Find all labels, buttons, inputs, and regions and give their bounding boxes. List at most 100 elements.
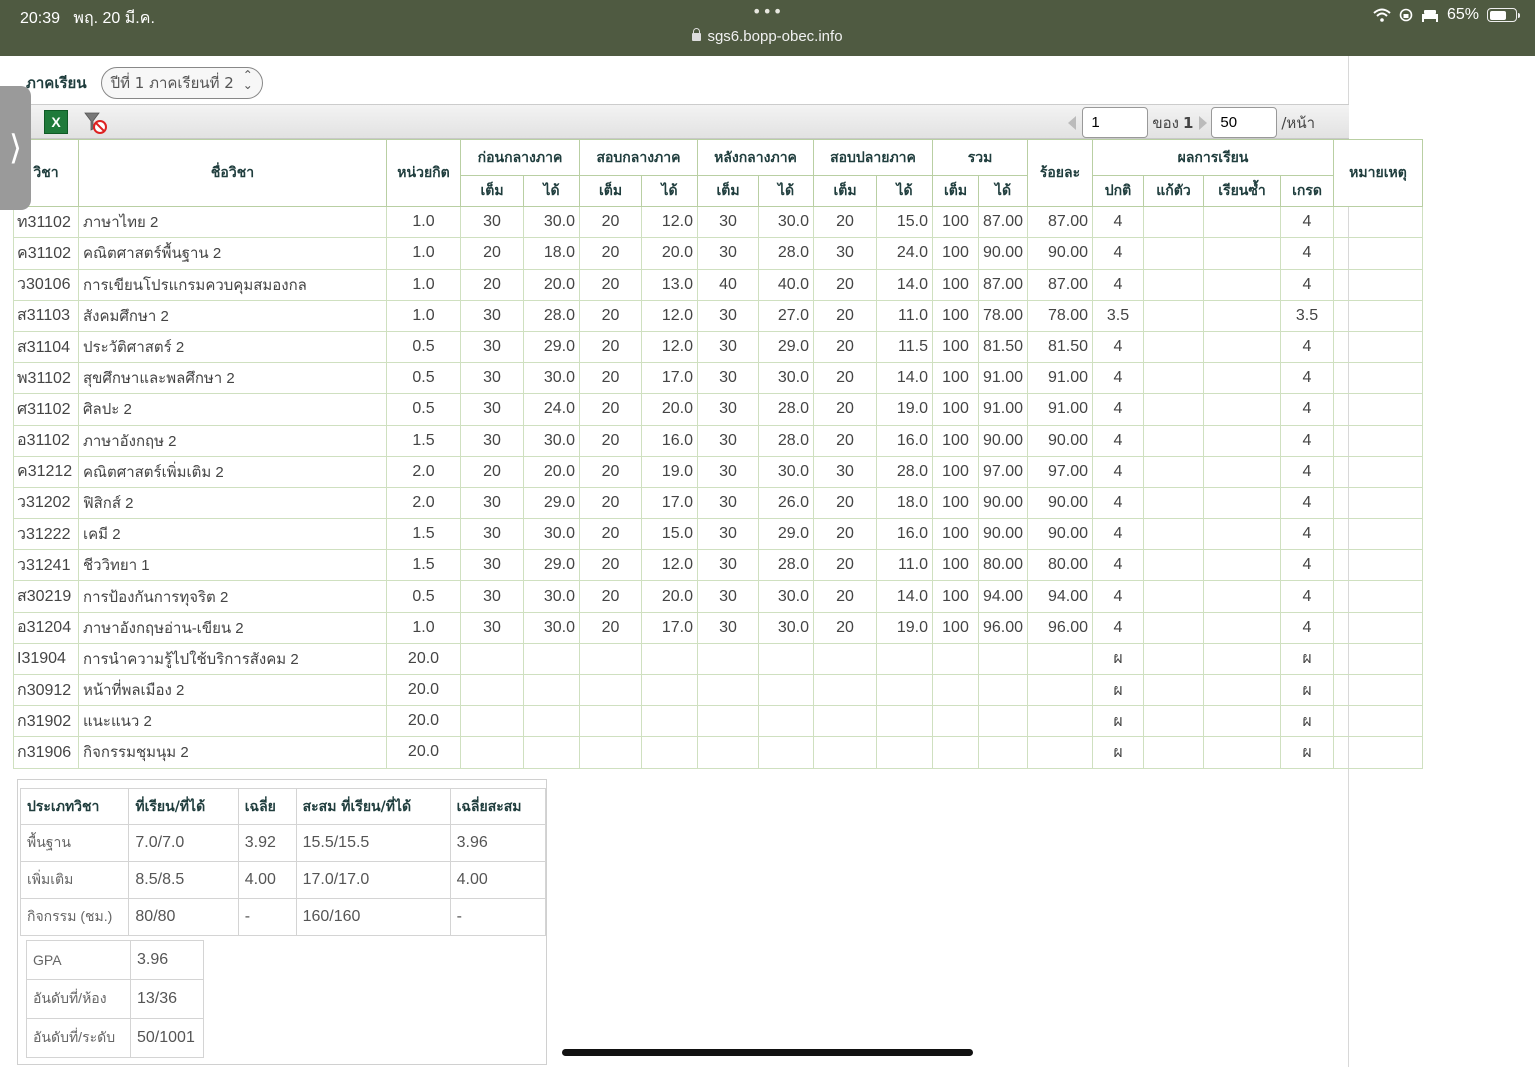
- table-row[interactable]: ส31103 สังคมศึกษา 2 1.0 30 28.0 20 12.0 30 27.0 2…: [13, 299, 1423, 332]
- col-name-header[interactable]: ชื่อวิชา: [78, 138, 387, 208]
- prev-page-icon[interactable]: [1068, 115, 1077, 130]
- col-credit-header[interactable]: หน่วยกิต: [386, 138, 461, 208]
- table-row[interactable]: ส30219 การป้องกันการทุจริต 2 0.5 30 30.0 20 20…: [13, 580, 1423, 613]
- table-cell: 3.5: [1280, 299, 1334, 332]
- table-cell: 100: [932, 237, 979, 270]
- gpa-row: อันดับที่/ห้อง 13/36: [26, 979, 204, 1019]
- table-cell: 90.00: [1027, 424, 1093, 457]
- table-cell: 12.0: [641, 330, 698, 364]
- table-cell: ชีววิทยา 1: [78, 549, 387, 582]
- table-cell: 100: [932, 455, 979, 488]
- col-note-header[interactable]: หมายเหตุ: [1333, 138, 1423, 208]
- table-cell: ก31906: [13, 736, 79, 769]
- table-row[interactable]: อ31204 ภาษาอังกฤษอ่าน-เขียน 2 1.0 30 30.0 20 1…: [13, 611, 1423, 644]
- table-cell: [978, 736, 1028, 769]
- summary-cell: 4.00: [449, 861, 547, 899]
- table-row[interactable]: ค31102 คณิตศาสตร์พื้นฐาน 2 1.0 20 18.0 20 20.0…: [13, 237, 1423, 270]
- table-cell: 20: [579, 455, 642, 488]
- multitask-dots[interactable]: •••: [752, 2, 783, 21]
- term-select[interactable]: ปีที่ 1 ภาคเรียนที่ 2 ⌃ ⌄: [100, 67, 263, 99]
- table-cell: [579, 673, 642, 707]
- table-cell: 16.0: [876, 518, 933, 551]
- sleep-icon: [1421, 10, 1438, 22]
- table-cell: 1.0: [386, 299, 461, 332]
- term-label: ภาคเรียน: [26, 74, 87, 92]
- table-cell: 4: [1092, 206, 1144, 239]
- table-cell: [697, 673, 759, 707]
- table-row[interactable]: I31904 การนำความรู้ไปใช้บริการสังคม 2 20.0…: [13, 642, 1423, 676]
- table-cell: 91.00: [978, 393, 1028, 426]
- table-cell: 20.0: [523, 455, 580, 488]
- summary-header: เฉลี่ย: [237, 788, 297, 825]
- table-cell: 20.0: [386, 642, 461, 676]
- table-cell: 17.0: [641, 611, 698, 644]
- table-row[interactable]: ก30912 หน้าที่พลเมือง 2 20.0 ผ ผ: [13, 673, 1423, 707]
- table-cell: 4: [1092, 362, 1144, 395]
- table-cell: 100: [932, 518, 979, 551]
- table-cell: ค31102: [13, 237, 79, 270]
- table-cell: 97.00: [1027, 455, 1093, 488]
- table-cell: [1203, 642, 1281, 676]
- table-row[interactable]: ท31102 ภาษาไทย 2 1.0 30 30.0 20 12.0 30 30.0 20 15…: [13, 206, 1423, 239]
- pager: ของ 1 /หน้า: [1068, 107, 1315, 138]
- table-cell: 30.0: [523, 580, 580, 613]
- table-cell: 20: [813, 424, 877, 457]
- next-page-icon[interactable]: [1199, 115, 1208, 130]
- sidebar-toggle[interactable]: ⟩: [0, 86, 31, 210]
- table-cell: 81.50: [978, 330, 1028, 364]
- per-page-label: /หน้า: [1281, 113, 1315, 132]
- table-cell: [1203, 549, 1281, 582]
- table-cell: 0.5: [386, 393, 461, 426]
- table-cell: [1203, 673, 1281, 707]
- table-cell: 100: [932, 362, 979, 395]
- per-page-input[interactable]: [1211, 107, 1278, 138]
- summary-cell: 3.92: [237, 824, 297, 862]
- table-cell: 20: [813, 299, 877, 332]
- table-row[interactable]: ว31222 เคมี 2 1.5 30 30.0 20 15.0 30 29.0 20 16.0 1…: [13, 518, 1423, 551]
- table-row[interactable]: ว31202 ฟิสิกส์ 2 2.0 30 29.0 20 17.0 30 26.0 20 18…: [13, 486, 1423, 520]
- address-bar[interactable]: sgs6.bopp-obec.info: [0, 28, 1535, 45]
- table-cell: 20: [813, 611, 877, 644]
- table-cell: [1333, 424, 1423, 457]
- summary-panel: ประเภทวิชา ที่เรียน/ที่ได้ เฉลี่ย สะสม ท…: [17, 779, 547, 1065]
- summary-row: เพิ่มเติม 8.5/8.5 4.00 17.0/17.0 4.00: [19, 861, 547, 899]
- page-number-input[interactable]: [1082, 107, 1149, 138]
- col-grade-header: เกรด: [1280, 174, 1334, 208]
- clear-filter-icon[interactable]: [83, 110, 107, 134]
- table-cell: [1143, 362, 1204, 395]
- table-cell: [1333, 736, 1423, 769]
- table-cell: 4: [1280, 206, 1334, 239]
- table-row[interactable]: พ31102 สุขศึกษาและพลศึกษา 2 0.5 30 30.0 20 17.…: [13, 362, 1423, 395]
- col-remedial-header: แก้ตัว: [1143, 174, 1204, 208]
- table-cell: [641, 673, 698, 707]
- table-cell: 29.0: [523, 549, 580, 582]
- table-cell: 14.0: [876, 268, 933, 301]
- table-cell: 90.00: [1027, 518, 1093, 551]
- table-cell: [1203, 330, 1281, 364]
- table-cell: [813, 642, 877, 676]
- table-cell: 81.50: [1027, 330, 1093, 364]
- table-row[interactable]: ก31902 แนะแนว 2 20.0 ผ ผ: [13, 705, 1423, 738]
- table-cell: 28.0: [758, 237, 814, 270]
- table-cell: [1333, 206, 1423, 239]
- table-cell: [1143, 424, 1204, 457]
- table-row[interactable]: ว30106 การเขียนโปรแกรมควบคุมสมองกล 1.0 20 20…: [13, 268, 1423, 301]
- table-row[interactable]: ค31212 คณิตศาสตร์เพิ่มเติม 2 2.0 20 20.0 20 19…: [13, 455, 1423, 488]
- table-cell: [1333, 362, 1423, 395]
- table-cell: ส30219: [13, 580, 79, 613]
- table-cell: [1203, 393, 1281, 426]
- col-repeat-header: เรียนซ้ำ: [1203, 174, 1281, 208]
- table-cell: 0.5: [386, 580, 461, 613]
- table-row[interactable]: อ31102 ภาษาอังกฤษ 2 1.5 30 30.0 20 16.0 30 28.0 2…: [13, 424, 1423, 457]
- excel-export-icon[interactable]: X: [44, 110, 68, 134]
- home-indicator[interactable]: [562, 1049, 973, 1056]
- table-row[interactable]: ว31241 ชีววิทยา 1 1.5 30 29.0 20 12.0 30 28.0 20 1…: [13, 549, 1423, 582]
- table-cell: 29.0: [758, 518, 814, 551]
- table-cell: 30: [460, 549, 524, 582]
- table-row[interactable]: ส31104 ประวัติศาสตร์ 2 0.5 30 29.0 20 12.0 30 29…: [13, 330, 1423, 364]
- summary-cell: พื้นฐาน: [19, 824, 130, 862]
- table-row[interactable]: ศ31102 ศิลปะ 2 0.5 30 24.0 20 20.0 30 28.0 20 19.0…: [13, 393, 1423, 426]
- table-row[interactable]: ก31906 กิจกรรมชุมนุม 2 20.0 ผ ผ: [13, 736, 1423, 769]
- table-cell: 30.0: [523, 362, 580, 395]
- col-percent-header[interactable]: ร้อยละ: [1027, 138, 1093, 208]
